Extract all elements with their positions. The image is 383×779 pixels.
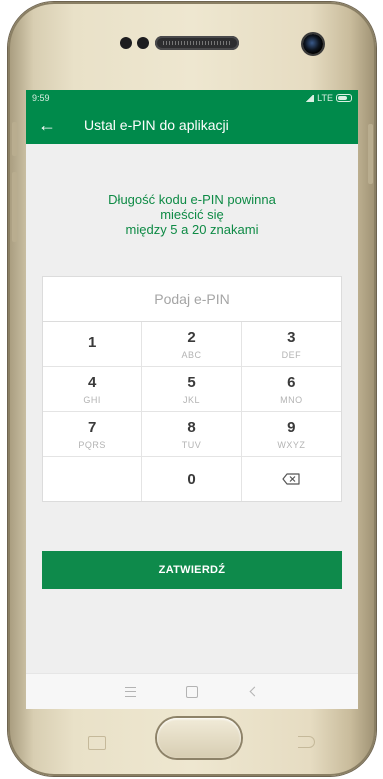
key-5[interactable]: 5 JKL [142, 367, 242, 412]
key-3[interactable]: 3 DEF [241, 322, 341, 367]
key-letters: ABC [181, 349, 202, 360]
backspace-key[interactable] [242, 457, 341, 501]
key-9[interactable]: 9 WXYZ [241, 412, 341, 457]
physical-home-button[interactable] [157, 718, 241, 758]
power-button [368, 124, 373, 184]
network-type: LTE [317, 93, 333, 103]
key-digit: 3 [287, 328, 296, 346]
status-time: 9:59 [32, 93, 50, 103]
earpiece-speaker [155, 36, 239, 50]
key-letters: MNO [280, 394, 303, 405]
pin-input-field[interactable] [43, 277, 341, 322]
key-letters: TUV [181, 439, 202, 450]
key-digit: 8 [187, 418, 196, 436]
android-nav-bar [26, 673, 358, 709]
signal-icon [305, 94, 315, 102]
key-digit: 7 [87, 418, 97, 436]
key-digit: 0 [187, 470, 196, 488]
front-camera-icon [303, 34, 323, 54]
volume-up-button [12, 122, 17, 156]
info-line: między 5 a 20 znakami [125, 222, 259, 237]
nav-back-button[interactable] [247, 685, 261, 699]
key-letters: GHI [83, 394, 101, 405]
keypad-grid: 1 2 ABC 3 DEF 4 GHI 5 JKL 6 MNO 7 PQRS 8 [43, 322, 341, 501]
key-7[interactable]: 7 PQRS [43, 412, 143, 457]
pin-length-info: Długość kodu e-PIN powinna mieścić się m… [26, 192, 358, 237]
chevron-left-icon [249, 686, 259, 697]
status-indicators: LTE [305, 93, 352, 103]
menu-icon [124, 686, 136, 697]
key-letters: WXYZ [277, 439, 306, 450]
home-icon [186, 685, 198, 698]
nav-menu-button[interactable] [123, 685, 137, 699]
info-line: Długość kodu e-PIN powinna [108, 192, 276, 207]
pin-input[interactable] [43, 290, 341, 308]
recent-apps-icon[interactable] [88, 736, 106, 750]
key-digit: 9 [287, 418, 296, 436]
sensors [120, 37, 149, 49]
backspace-icon [282, 473, 300, 485]
key-letters: JKL [182, 394, 200, 405]
key-digit: 2 [187, 328, 196, 346]
nav-home-button[interactable] [185, 685, 199, 699]
hardware-back-icon[interactable] [298, 736, 315, 748]
key-4[interactable]: 4 GHI [43, 367, 143, 412]
battery-icon [336, 94, 352, 102]
pin-keypad: 1 2 ABC 3 DEF 4 GHI 5 JKL 6 MNO 7 PQRS 8 [42, 276, 342, 502]
status-bar: 9:59 LTE [26, 90, 358, 106]
confirm-button[interactable]: ZATWIERDŹ [42, 551, 342, 589]
sensor-dot [120, 37, 132, 49]
key-digit: 6 [287, 373, 296, 391]
arrow-left-icon[interactable]: ← [38, 116, 66, 134]
key-0[interactable]: 0 [142, 457, 242, 501]
key-6[interactable]: 6 MNO [241, 367, 341, 412]
key-digit: 4 [87, 373, 97, 391]
key-1[interactable]: 1 [43, 322, 143, 367]
volume-down-button [12, 172, 17, 242]
key-digit: 1 [87, 333, 97, 351]
key-8[interactable]: 8 TUV [142, 412, 242, 457]
key-digit: 5 [187, 373, 196, 391]
key-empty [43, 457, 143, 501]
key-letters: DEF [281, 349, 302, 360]
page-title: Ustal e-PIN do aplikacji [84, 117, 229, 133]
sensor-dot [137, 37, 149, 49]
info-line: mieścić się [160, 207, 224, 222]
key-letters: PQRS [78, 439, 106, 450]
app-bar: ← Ustal e-PIN do aplikacji [26, 106, 358, 144]
key-2[interactable]: 2 ABC [142, 322, 242, 367]
